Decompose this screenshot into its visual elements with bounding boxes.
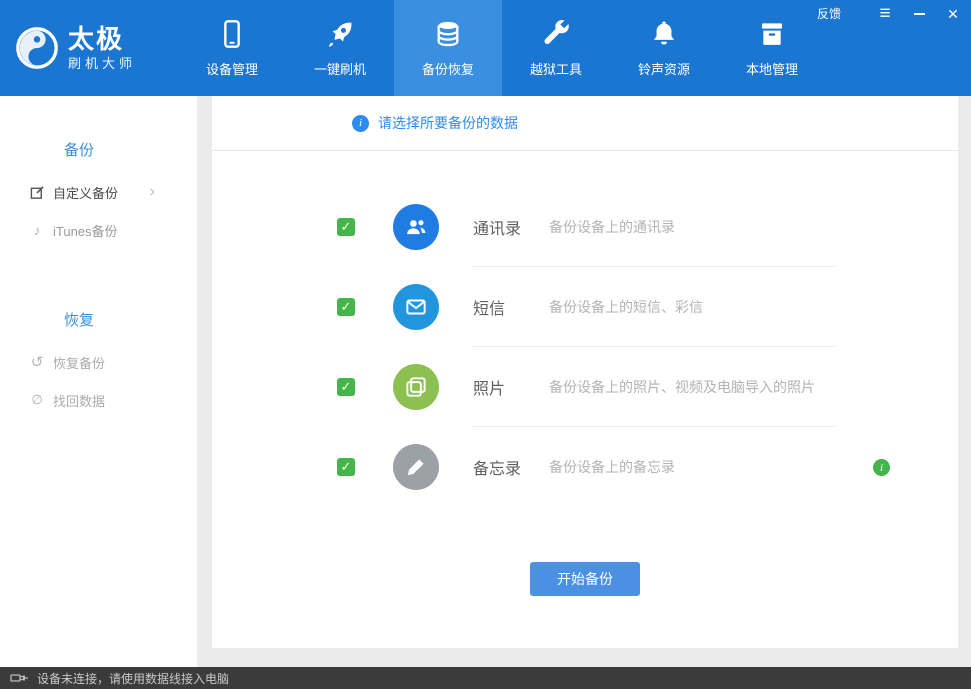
sidebar-heading-restore: 恢复 bbox=[64, 311, 197, 331]
recover-data-icon bbox=[28, 392, 46, 408]
window-controls: 反馈 bbox=[817, 5, 961, 22]
backup-row-sms: 短信 备份设备上的短信、彩信 bbox=[212, 267, 958, 347]
tab-one-click-flash[interactable]: 一键刷机 bbox=[286, 0, 394, 96]
logo-subtitle: 刷机大师 bbox=[68, 53, 136, 72]
header: 太极 刷机大师 设备管理 一键刷机 bbox=[0, 0, 971, 96]
logo-text: 太极 刷机大师 bbox=[68, 25, 136, 72]
button-bar: 开始备份 bbox=[212, 562, 958, 596]
item-name: 备忘录 bbox=[473, 455, 549, 479]
local-storage-icon bbox=[756, 18, 788, 50]
wrench-icon bbox=[540, 18, 572, 50]
nav-label: 铃声资源 bbox=[638, 59, 690, 78]
backup-database-icon bbox=[432, 18, 464, 50]
nav-label: 一键刷机 bbox=[314, 59, 366, 78]
main-nav: 设备管理 一键刷机 备份恢复 bbox=[178, 0, 826, 96]
custom-backup-icon bbox=[28, 185, 46, 200]
notes-pencil-icon bbox=[393, 444, 439, 490]
taiji-logo-icon bbox=[14, 25, 60, 71]
nav-label: 备份恢复 bbox=[422, 59, 474, 78]
sidebar-item-custom-backup[interactable]: 自定义备份 bbox=[0, 173, 197, 211]
chevron-right-icon bbox=[150, 183, 155, 201]
close-icon[interactable] bbox=[945, 6, 961, 22]
app-window: 太极 刷机大师 设备管理 一键刷机 bbox=[0, 0, 971, 689]
start-backup-button[interactable]: 开始备份 bbox=[530, 562, 640, 596]
minimize-icon[interactable] bbox=[911, 6, 927, 22]
item-desc: 备份设备上的短信、彩信 bbox=[549, 297, 703, 317]
menu-icon[interactable] bbox=[877, 6, 893, 22]
body: 备份 自定义备份 iTunes备份 恢复 bbox=[0, 96, 971, 667]
info-icon bbox=[352, 115, 369, 132]
music-note-icon bbox=[28, 222, 46, 238]
item-text: 短信 备份设备上的短信、彩信 bbox=[473, 267, 835, 347]
sidebar-item-itunes-backup[interactable]: iTunes备份 bbox=[0, 211, 197, 249]
prompt-row: 请选择所要备份的数据 bbox=[212, 96, 958, 151]
backup-row-contacts: 通讯录 备份设备上的通讯录 bbox=[212, 187, 958, 267]
main-area: 请选择所要备份的数据 bbox=[197, 96, 971, 667]
feedback-link[interactable]: 反馈 bbox=[817, 5, 841, 22]
sidebar-heading-backup: 备份 bbox=[64, 141, 197, 161]
tab-jailbreak-tools[interactable]: 越狱工具 bbox=[502, 0, 610, 96]
sidebar-item-label: 自定义备份 bbox=[53, 183, 118, 202]
item-text: 通讯录 备份设备上的通讯录 bbox=[473, 187, 835, 267]
prompt-text: 请选择所要备份的数据 bbox=[378, 113, 518, 133]
tab-backup-restore[interactable]: 备份恢复 bbox=[394, 0, 502, 96]
item-name: 短信 bbox=[473, 295, 549, 319]
backup-row-notes: 备忘录 备份设备上的备忘录 bbox=[212, 427, 958, 507]
sidebar: 备份 自定义备份 iTunes备份 恢复 bbox=[0, 96, 197, 667]
item-desc: 备份设备上的备忘录 bbox=[549, 457, 675, 477]
photos-icon bbox=[393, 364, 439, 410]
bell-icon bbox=[648, 18, 680, 50]
tab-device-management[interactable]: 设备管理 bbox=[178, 0, 286, 96]
item-name: 照片 bbox=[473, 375, 549, 399]
item-desc: 备份设备上的照片、视频及电脑导入的照片 bbox=[549, 377, 815, 397]
tab-local-management[interactable]: 本地管理 bbox=[718, 0, 826, 96]
backup-panel: 请选择所要备份的数据 bbox=[212, 96, 958, 648]
status-bar: 设备未连接，请使用数据线接入电脑 bbox=[0, 667, 971, 689]
nav-label: 设备管理 bbox=[206, 59, 258, 78]
usb-cable-icon bbox=[10, 672, 28, 684]
item-name: 通讯录 bbox=[473, 215, 549, 239]
tab-ringtone-resources[interactable]: 铃声资源 bbox=[610, 0, 718, 96]
sidebar-item-label: 恢复备份 bbox=[53, 353, 105, 372]
backup-row-photos: 照片 备份设备上的照片、视频及电脑导入的照片 bbox=[212, 347, 958, 427]
nav-label: 越狱工具 bbox=[530, 59, 582, 78]
restore-icon bbox=[28, 353, 46, 371]
sidebar-item-label: 找回数据 bbox=[53, 391, 105, 410]
status-text: 设备未连接，请使用数据线接入电脑 bbox=[37, 670, 229, 687]
rocket-icon bbox=[324, 18, 356, 50]
app-logo: 太极 刷机大师 bbox=[0, 0, 178, 96]
sidebar-item-label: iTunes备份 bbox=[53, 221, 118, 240]
item-desc: 备份设备上的通讯录 bbox=[549, 217, 675, 237]
contacts-checkbox[interactable] bbox=[337, 218, 355, 236]
device-icon bbox=[216, 18, 248, 50]
sidebar-item-recover-data[interactable]: 找回数据 bbox=[0, 381, 197, 419]
notes-checkbox[interactable] bbox=[337, 458, 355, 476]
notes-info bbox=[873, 458, 890, 477]
backup-item-list: 通讯录 备份设备上的通讯录 短信 bbox=[212, 151, 958, 507]
contacts-icon bbox=[393, 204, 439, 250]
photos-checkbox[interactable] bbox=[337, 378, 355, 396]
logo-title: 太极 bbox=[68, 25, 136, 53]
notes-info-icon[interactable] bbox=[873, 459, 890, 476]
item-text: 备忘录 备份设备上的备忘录 bbox=[473, 427, 835, 507]
sidebar-item-restore-backup[interactable]: 恢复备份 bbox=[0, 343, 197, 381]
item-text: 照片 备份设备上的照片、视频及电脑导入的照片 bbox=[473, 347, 835, 427]
sms-checkbox[interactable] bbox=[337, 298, 355, 316]
sms-envelope-icon bbox=[393, 284, 439, 330]
nav-label: 本地管理 bbox=[746, 59, 798, 78]
